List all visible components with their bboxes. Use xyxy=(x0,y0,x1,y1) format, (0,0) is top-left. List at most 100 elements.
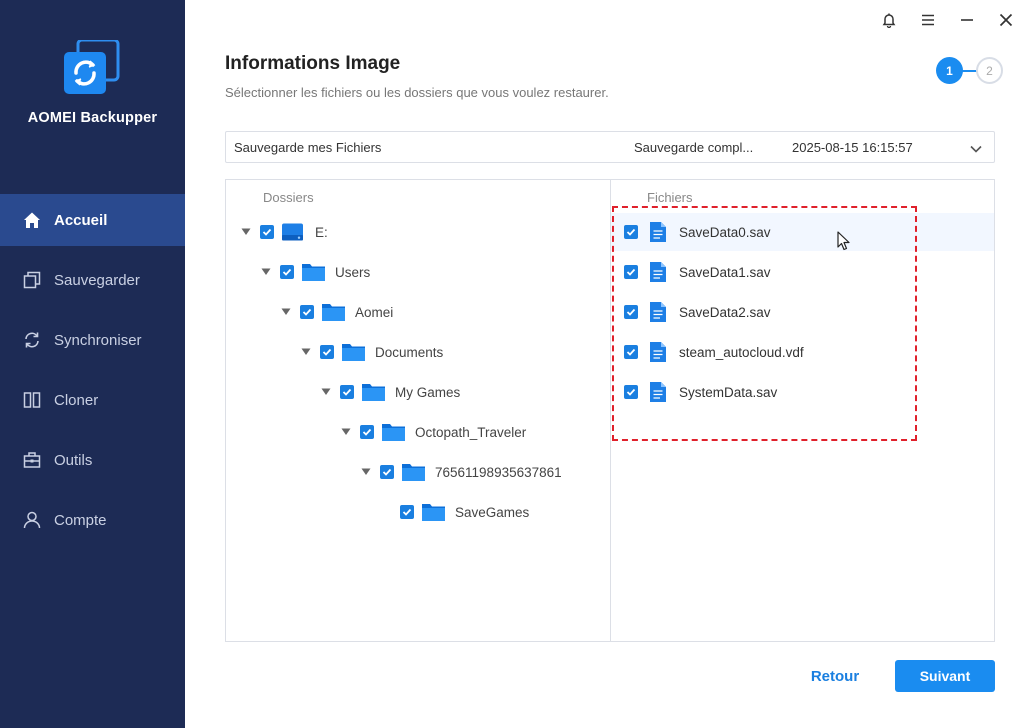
folder-icon xyxy=(421,501,447,523)
checkbox[interactable] xyxy=(340,385,354,399)
tree-node[interactable]: My Games xyxy=(320,373,460,411)
expand-arrow-icon[interactable] xyxy=(300,346,312,358)
sidebar-item-outils[interactable]: Outils xyxy=(0,434,185,486)
file-name: SaveData2.sav xyxy=(679,304,771,320)
folder-icon xyxy=(361,381,387,403)
folder-icon xyxy=(341,341,367,363)
sidebar-item-label: Accueil xyxy=(54,211,108,229)
tree-node[interactable]: E: xyxy=(240,213,328,251)
file-name: SystemData.sav xyxy=(679,384,778,400)
tools-icon xyxy=(22,450,42,470)
app-name: AOMEI Backupper xyxy=(27,110,158,126)
sidebar: AOMEI Backupper Accueil Sauvegarder Sync… xyxy=(0,0,185,728)
page-title: Informations Image xyxy=(225,53,401,74)
folder-icon xyxy=(301,261,327,283)
checkbox[interactable] xyxy=(360,425,374,439)
sidebar-item-label: Cloner xyxy=(54,391,99,409)
file-row[interactable]: SaveData1.sav xyxy=(611,253,994,291)
file-icon xyxy=(649,261,667,283)
sidebar-nav: Accueil Sauvegarder Synchroniser Cloner … xyxy=(0,194,185,554)
folder-icon xyxy=(381,421,407,443)
sidebar-item-label: Outils xyxy=(54,451,93,469)
folder-icon xyxy=(321,301,347,323)
backup-type: Sauvegarde compl... xyxy=(634,139,754,155)
tree-node-label: 76561198935637861 xyxy=(435,464,562,480)
files-header: Fichiers xyxy=(647,190,693,205)
home-icon xyxy=(22,210,42,230)
checkbox[interactable] xyxy=(260,225,274,239)
step-1: 1 xyxy=(936,57,963,84)
file-name: SaveData0.sav xyxy=(679,224,771,240)
expand-arrow-icon[interactable] xyxy=(260,266,272,278)
sidebar-item-sauvegarder[interactable]: Sauvegarder xyxy=(0,254,185,306)
tree-node-label: Documents xyxy=(375,344,444,360)
checkbox[interactable] xyxy=(320,345,334,359)
file-icon xyxy=(649,341,667,363)
browse-panels: Dossiers E: Users Aomei Documents My Games Oc… xyxy=(225,179,995,642)
expand-arrow-icon[interactable] xyxy=(240,226,252,238)
sidebar-item-synchroniser[interactable]: Synchroniser xyxy=(0,314,185,366)
checkbox[interactable] xyxy=(400,505,414,519)
tree-node-label: Users xyxy=(335,264,371,280)
drive-icon xyxy=(281,221,307,243)
user-icon xyxy=(22,510,42,530)
file-row[interactable]: SystemData.sav xyxy=(611,373,994,411)
files-panel: Fichiers SaveData0.sav SaveData1.sav SaveD… xyxy=(611,180,994,641)
tree-node-label: My Games xyxy=(395,384,461,400)
folders-header: Dossiers xyxy=(263,190,314,205)
chevron-down-icon xyxy=(970,141,982,156)
checkbox[interactable] xyxy=(624,225,638,239)
checkbox[interactable] xyxy=(624,265,638,279)
checkbox[interactable] xyxy=(280,265,294,279)
tree-node[interactable]: Octopath_Traveler xyxy=(340,413,526,451)
mouse-cursor-icon xyxy=(837,231,851,256)
expand-arrow-icon[interactable] xyxy=(340,426,352,438)
backup-date: 2025-08-15 16:15:57 xyxy=(792,139,913,155)
tree-node[interactable]: Users xyxy=(260,253,370,291)
sidebar-item-label: Compte xyxy=(54,511,107,529)
tree-node[interactable]: SaveGames xyxy=(380,493,529,531)
minimize-icon[interactable] xyxy=(947,8,986,32)
sidebar-item-compte[interactable]: Compte xyxy=(0,494,185,546)
sidebar-item-label: Sauvegarder xyxy=(54,271,140,289)
file-row[interactable]: steam_autocloud.vdf xyxy=(611,333,994,371)
expand-arrow-icon[interactable] xyxy=(280,306,292,318)
next-button[interactable]: Suivant xyxy=(895,660,995,692)
bell-icon[interactable] xyxy=(869,8,908,32)
tree-node-label: SaveGames xyxy=(455,504,530,520)
backup-name: Sauvegarde mes Fichiers xyxy=(234,139,382,155)
expand-arrow-icon[interactable] xyxy=(320,386,332,398)
sidebar-item-accueil[interactable]: Accueil xyxy=(0,194,185,246)
back-button[interactable]: Retour xyxy=(800,660,870,692)
file-row[interactable]: SaveData0.sav xyxy=(611,213,994,251)
checkbox[interactable] xyxy=(300,305,314,319)
expand-arrow-icon[interactable] xyxy=(360,466,372,478)
checkbox[interactable] xyxy=(624,345,638,359)
file-row[interactable]: SaveData2.sav xyxy=(611,293,994,331)
tree-node[interactable]: Aomei xyxy=(280,293,393,331)
sidebar-item-cloner[interactable]: Cloner xyxy=(0,374,185,426)
tree-node-label: Octopath_Traveler xyxy=(415,424,527,440)
page-subtitle: Sélectionner les fichiers ou les dossier… xyxy=(225,85,609,100)
tree-node[interactable]: 76561198935637861 xyxy=(360,453,562,491)
checkbox[interactable] xyxy=(380,465,394,479)
file-icon xyxy=(649,221,667,243)
checkbox[interactable] xyxy=(624,385,638,399)
sidebar-item-label: Synchroniser xyxy=(54,331,142,349)
clone-icon xyxy=(22,390,42,410)
checkbox[interactable] xyxy=(624,305,638,319)
window-controls xyxy=(869,8,1025,32)
menu-icon[interactable] xyxy=(908,8,947,32)
file-name: SaveData1.sav xyxy=(679,264,771,280)
close-icon[interactable] xyxy=(986,8,1025,32)
step-indicator: 1 2 xyxy=(936,57,1006,85)
step-connector xyxy=(962,70,977,72)
file-icon xyxy=(649,301,667,323)
file-name: steam_autocloud.vdf xyxy=(679,344,804,360)
step-2: 2 xyxy=(976,57,1003,84)
tree-node[interactable]: Documents xyxy=(300,333,443,371)
folder-icon xyxy=(401,461,427,483)
tree-node-label: E: xyxy=(315,224,328,240)
backup-selector[interactable]: Sauvegarde mes Fichiers Sauvegarde compl… xyxy=(225,131,995,163)
